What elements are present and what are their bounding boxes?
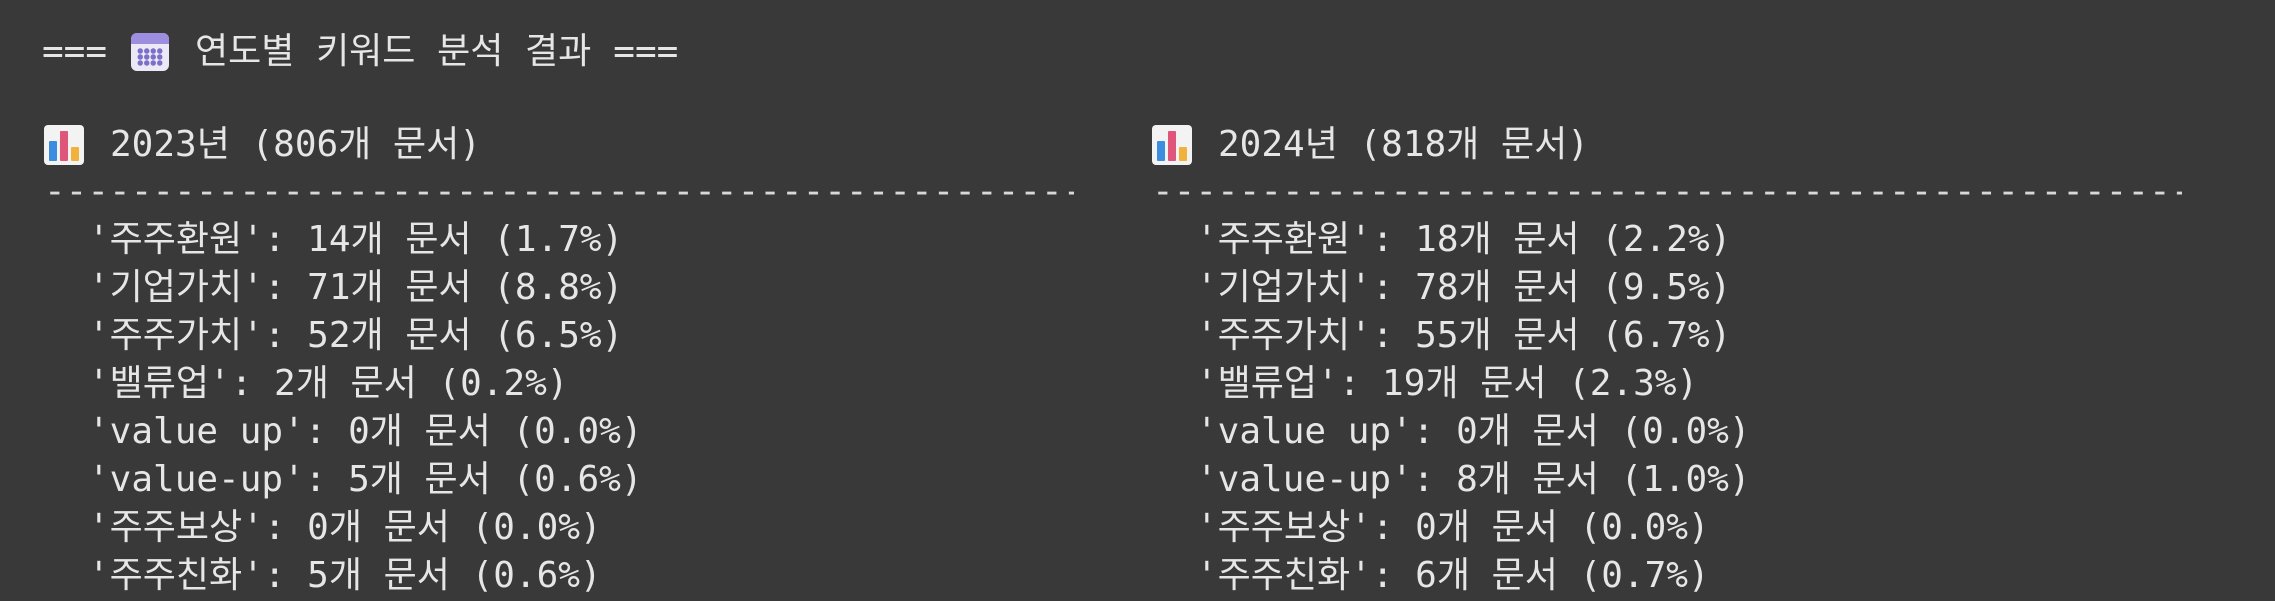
keyword-row: '주주보상': 0개 문서 (0.0%) <box>88 507 602 548</box>
keyword-row: '주주보상': 0개 문서 (0.0%) <box>1196 507 1710 548</box>
calendar-icon <box>131 33 170 71</box>
divider: ----------------------------------------… <box>1152 172 2182 212</box>
year-title: 2024년 (818개 문서) <box>1152 118 2182 172</box>
keyword-row: '주주친화': 6개 문서 (0.7%) <box>1196 555 1710 596</box>
header-prefix: === <box>42 31 108 72</box>
keyword-row: 'value-up': 8개 문서 (1.0%) <box>1196 459 1751 500</box>
keyword-row: '주주환원': 18개 문서 (2.2%) <box>1196 219 1732 260</box>
keyword-list: '주주환원': 14개 문서 (1.7%) '기업가치': 71개 문서 (8.… <box>44 216 1074 600</box>
year-title: 2023년 (806개 문서) <box>44 118 1074 172</box>
year-title-text: 2023년 (806개 문서) <box>110 124 481 165</box>
terminal-output: === 연도별 키워드 분석 결과 === 2023년 (806개 문서) --… <box>0 0 2275 601</box>
keyword-row: '주주친화': 5개 문서 (0.6%) <box>88 555 602 596</box>
bar-chart-icon <box>1152 125 1192 165</box>
keyword-row: '밸류업': 19개 문서 (2.3%) <box>1196 363 1699 404</box>
year-title-text: 2024년 (818개 문서) <box>1218 124 1589 165</box>
bar-chart-icon <box>44 125 84 165</box>
keyword-row: 'value up': 0개 문서 (0.0%) <box>88 411 643 452</box>
keyword-row: 'value-up': 5개 문서 (0.6%) <box>88 459 643 500</box>
header-suffix: === <box>613 31 679 72</box>
keyword-row: '주주가치': 52개 문서 (6.5%) <box>88 315 624 356</box>
keyword-row: '밸류업': 2개 문서 (0.2%) <box>88 363 569 404</box>
year-column-2023: 2023년 (806개 문서) ------------------------… <box>44 118 1074 600</box>
year-column-2024: 2024년 (818개 문서) ------------------------… <box>1152 118 2182 600</box>
keyword-row: '주주환원': 14개 문서 (1.7%) <box>88 219 624 260</box>
header-title: 연도별 키워드 분석 결과 <box>195 31 592 72</box>
keyword-row: '주주가치': 55개 문서 (6.7%) <box>1196 315 1732 356</box>
keyword-list: '주주환원': 18개 문서 (2.2%) '기업가치': 78개 문서 (9.… <box>1152 216 2182 600</box>
keyword-row: '기업가치': 78개 문서 (9.5%) <box>1196 267 1732 308</box>
divider: ----------------------------------------… <box>44 172 1074 212</box>
keyword-row: 'value up': 0개 문서 (0.0%) <box>1196 411 1751 452</box>
section-header: === 연도별 키워드 분석 결과 === <box>42 28 678 76</box>
keyword-row: '기업가치': 71개 문서 (8.8%) <box>88 267 624 308</box>
